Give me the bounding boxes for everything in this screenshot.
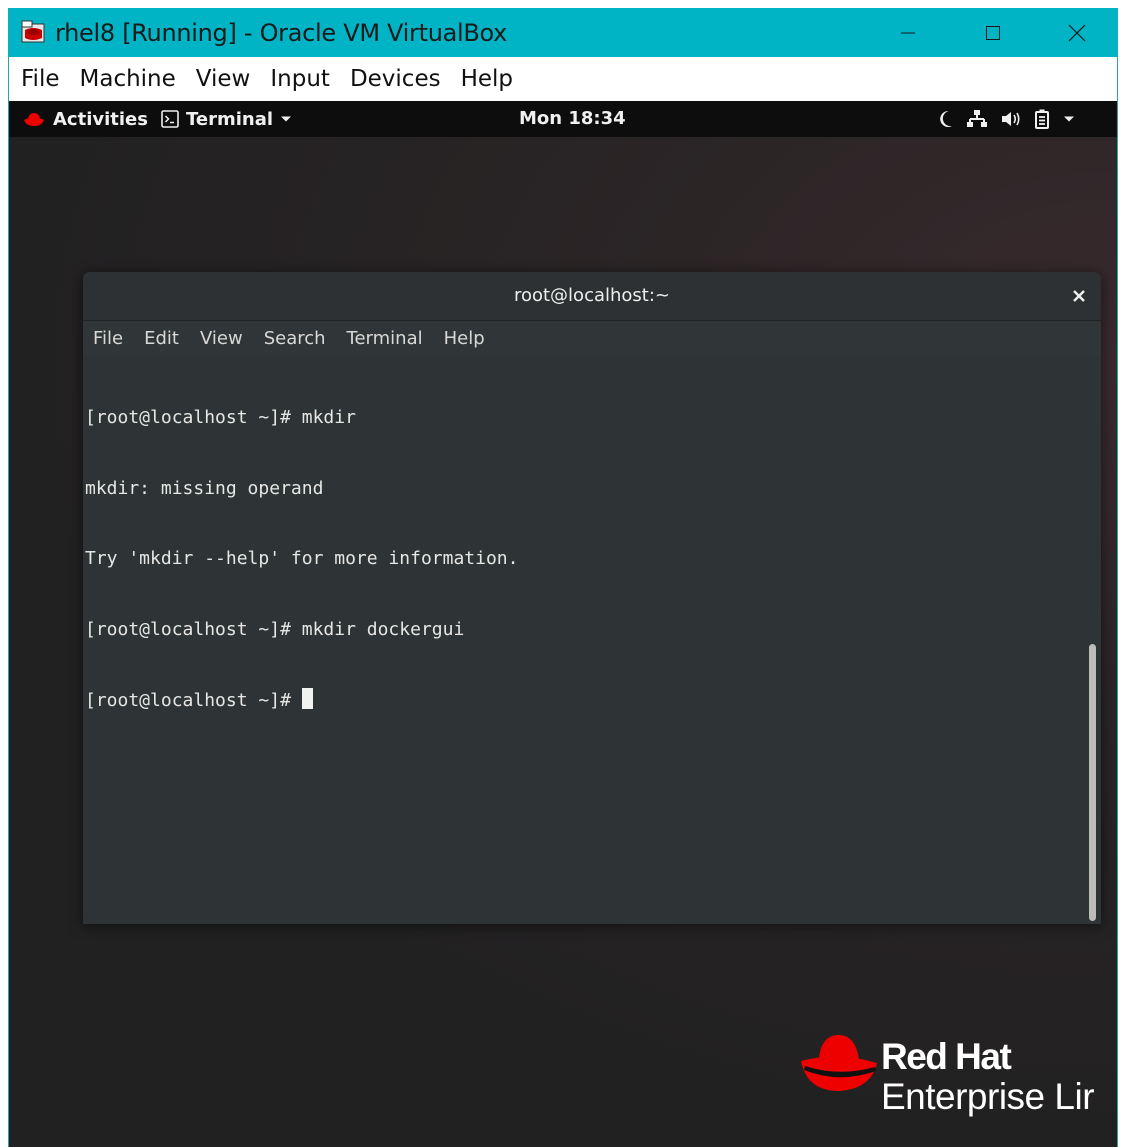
activities-label: Activities — [53, 108, 148, 130]
terminal-output-area[interactable]: [root@localhost ~]# mkdir mkdir: missing… — [83, 357, 1086, 924]
app-menu-terminal[interactable]: Terminal — [161, 101, 292, 137]
menu-file[interactable]: File — [9, 57, 70, 101]
clock[interactable]: Mon 18:34 — [519, 101, 626, 137]
redhat-logo-icon — [801, 1035, 877, 1091]
terminal-prompt: [root@localhost ~]# — [85, 690, 302, 711]
menu-help[interactable]: Help — [451, 57, 523, 101]
dropdown-arrow-icon — [281, 116, 292, 122]
terminal-menu-edit[interactable]: Edit — [134, 321, 190, 357]
vbox-menubar: File Machine View Input Devices Help — [9, 57, 1117, 101]
terminal-scrollbar-thumb[interactable] — [1089, 644, 1096, 921]
terminal-line: [root@localhost ~]# mkdir — [85, 407, 356, 428]
minimize-icon — [901, 32, 915, 33]
window-title: rhel8 [Running] - Oracle VM VirtualBox — [55, 19, 508, 47]
battery-icon — [1035, 109, 1049, 129]
activities-button[interactable]: Activities — [23, 101, 148, 137]
redhat-brand-line1: Red Hat — [881, 1036, 1012, 1077]
network-wired-icon — [967, 110, 987, 127]
minimize-button[interactable] — [885, 8, 931, 57]
terminal-prompt-line: [root@localhost ~]# — [85, 688, 518, 713]
night-light-icon — [940, 110, 952, 127]
terminal-header-bar[interactable]: root@localhost:~ — [83, 272, 1101, 321]
terminal-window: root@localhost:~ File Edit View Search T… — [83, 272, 1101, 924]
terminal-menu-help[interactable]: Help — [433, 321, 495, 357]
terminal-line: mkdir: missing operand — [85, 477, 324, 499]
redhat-brand-line2: Enterprise Lir — [881, 1076, 1095, 1117]
virtualbox-window: rhel8 [Running] - Oracle VM VirtualBox F… — [8, 8, 1118, 1147]
terminal-text: [root@localhost ~]# mkdir mkdir: missing… — [85, 359, 518, 760]
status-dropdown-arrow-icon — [1064, 116, 1074, 122]
menu-input[interactable]: Input — [260, 57, 340, 101]
title-bar[interactable]: rhel8 [Running] - Oracle VM VirtualBox — [9, 8, 1117, 57]
menu-machine[interactable]: Machine — [70, 57, 186, 101]
terminal-menu-terminal[interactable]: Terminal — [336, 321, 433, 357]
terminal-close-button[interactable] — [1067, 284, 1091, 308]
terminal-icon — [161, 110, 179, 128]
terminal-menu-search[interactable]: Search — [253, 321, 336, 357]
terminal-line: [root@localhost ~]# mkdir dockergui — [85, 618, 465, 640]
redhat-hat-icon — [24, 113, 44, 126]
app-menu-label: Terminal — [186, 108, 274, 130]
close-icon — [1073, 290, 1085, 302]
terminal-menu-view[interactable]: View — [189, 321, 253, 357]
volume-icon — [1002, 112, 1020, 126]
menu-view[interactable]: View — [186, 57, 261, 101]
terminal-line: Try 'mkdir --help' for more information. — [85, 548, 519, 569]
maximize-button[interactable] — [970, 8, 1016, 57]
terminal-title: root@localhost:~ — [513, 285, 671, 306]
guest-desktop[interactable]: Activities Terminal Mon 18:34 root@local… — [9, 101, 1117, 1147]
terminal-menu-file[interactable]: File — [83, 321, 134, 357]
system-status-menu[interactable] — [939, 101, 1075, 137]
close-icon — [1068, 24, 1086, 41]
terminal-cursor — [301, 688, 313, 709]
terminal-menubar: File Edit View Search Terminal Help — [83, 321, 1101, 357]
virtualbox-app-icon[interactable] — [21, 20, 47, 44]
menu-devices[interactable]: Devices — [340, 57, 451, 101]
maximize-icon — [986, 25, 1000, 40]
gnome-top-bar: Activities Terminal Mon 18:34 — [9, 101, 1117, 137]
close-button[interactable] — [1054, 8, 1100, 57]
